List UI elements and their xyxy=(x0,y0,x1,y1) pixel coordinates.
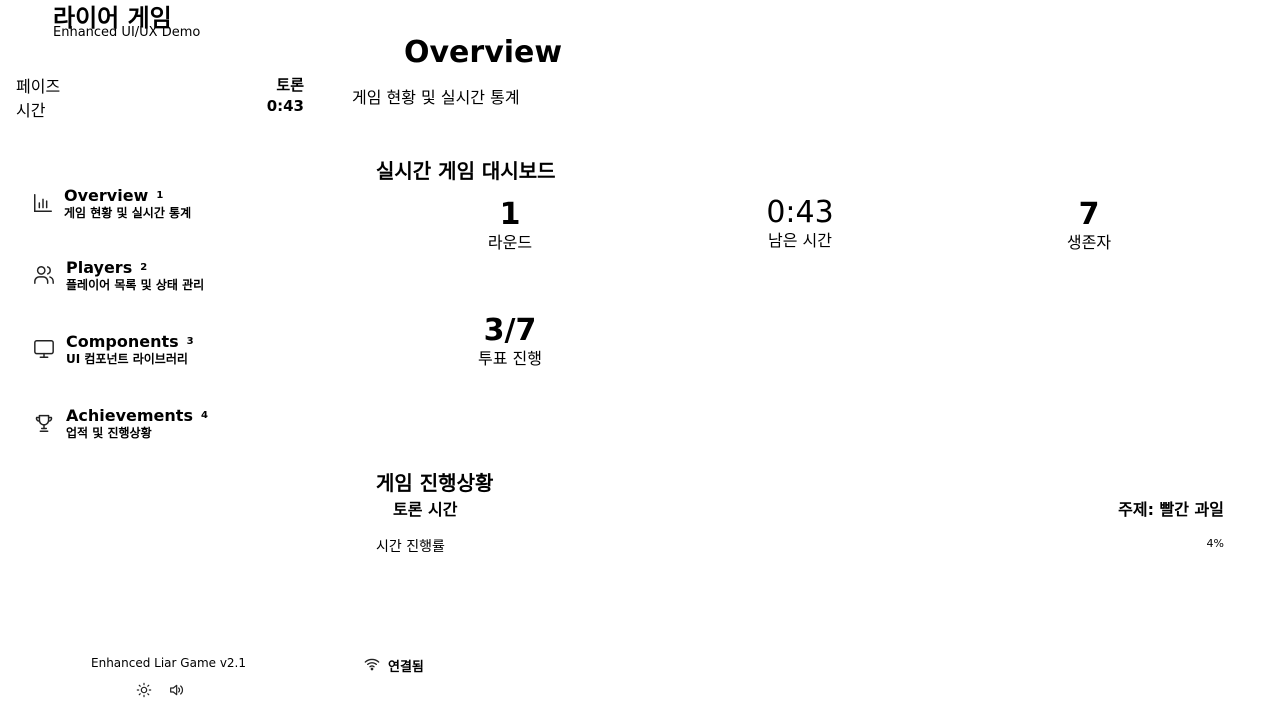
time-value: 0:43 xyxy=(266,97,304,115)
progress-percent: 4% xyxy=(1206,537,1224,550)
sidebar-item-title: Players 2 xyxy=(66,258,147,277)
sun-icon xyxy=(134,682,154,704)
sidebar-item-badge: 4 xyxy=(200,410,208,421)
connection-label: 연결됨 xyxy=(388,660,424,675)
phase-name: 토론 시간 xyxy=(393,500,458,519)
stat-value: 7 xyxy=(1078,197,1100,232)
sidebar-item-label: Achievements xyxy=(66,406,193,425)
phase-label: 페이즈 xyxy=(16,77,61,96)
sidebar-item-achievements[interactable]: Achievements 4 업적 및 진행상황 xyxy=(30,406,290,446)
wifi-icon xyxy=(364,656,380,676)
progress-bar-fill xyxy=(376,562,410,566)
stat-label: 남은 시간 xyxy=(768,231,832,250)
stat-vote-progress: 3/7 투표 진행 xyxy=(400,314,620,370)
sidebar-item-label: Players xyxy=(66,258,133,277)
stat-round: 1 라운드 xyxy=(400,198,620,254)
stat-label: 생존자 xyxy=(1066,233,1112,252)
sound-toggle-button[interactable] xyxy=(166,680,186,700)
dashboard-title: 실시간 게임 대시보드 xyxy=(376,159,556,183)
stat-value: 3/7 xyxy=(483,313,537,348)
app-subtitle: Enhanced UI/UX Demo xyxy=(53,25,201,40)
sidebar-item-badge: 2 xyxy=(140,262,148,273)
sidebar-item-overview[interactable]: Overview 1 게임 현황 및 실시간 통계 xyxy=(30,186,290,226)
page-title: Overview xyxy=(404,35,563,70)
sidebar-item-title: Overview 1 xyxy=(64,186,163,205)
sidebar-item-label: Overview xyxy=(64,186,149,205)
monitor-icon xyxy=(33,338,55,360)
sidebar-item-description: 게임 현황 및 실시간 통계 xyxy=(64,206,192,220)
page-subtitle: 게임 현황 및 실시간 통계 xyxy=(352,88,520,107)
stat-value: 0:43 xyxy=(766,195,834,230)
stat-remaining-time: 0:43 남은 시간 xyxy=(690,196,910,252)
time-label: 시간 xyxy=(16,101,46,120)
progress-title: 게임 진행상황 xyxy=(376,471,494,495)
progress-bar xyxy=(376,562,1224,566)
bar-chart-icon xyxy=(32,192,54,214)
phase-value: 토론 xyxy=(276,76,304,94)
trophy-icon xyxy=(33,412,55,434)
stat-value: 1 xyxy=(499,197,521,232)
sidebar-item-label: Components xyxy=(66,332,179,351)
sidebar-item-players[interactable]: Players 2 플레이어 목록 및 상태 관리 xyxy=(30,258,290,298)
stat-label: 투표 진행 xyxy=(478,349,542,368)
sidebar-item-description: 플레이어 목록 및 상태 관리 xyxy=(66,278,205,292)
topic-label: 주제: 빨간 과일 xyxy=(1118,500,1224,519)
sidebar-item-components[interactable]: Components 3 UI 컴포넌트 라이브러리 xyxy=(30,332,290,372)
users-icon xyxy=(33,264,55,286)
stat-survivors: 7 생존자 xyxy=(979,198,1199,254)
sidebar-item-title: Achievements 4 xyxy=(66,406,208,425)
sidebar-item-title: Components 3 xyxy=(66,332,194,351)
stat-label: 라운드 xyxy=(487,233,533,252)
version-label: Enhanced Liar Game v2.1 xyxy=(91,656,247,670)
theme-toggle-button[interactable] xyxy=(134,680,154,700)
sidebar-item-description: UI 컴포넌트 라이브러리 xyxy=(66,352,188,366)
progress-bar-label: 시간 진행률 xyxy=(376,539,445,555)
sidebar-item-description: 업적 및 진행상황 xyxy=(66,426,152,440)
sidebar-item-badge: 3 xyxy=(186,336,194,347)
sidebar-item-badge: 1 xyxy=(156,190,164,201)
volume-icon xyxy=(166,684,186,704)
